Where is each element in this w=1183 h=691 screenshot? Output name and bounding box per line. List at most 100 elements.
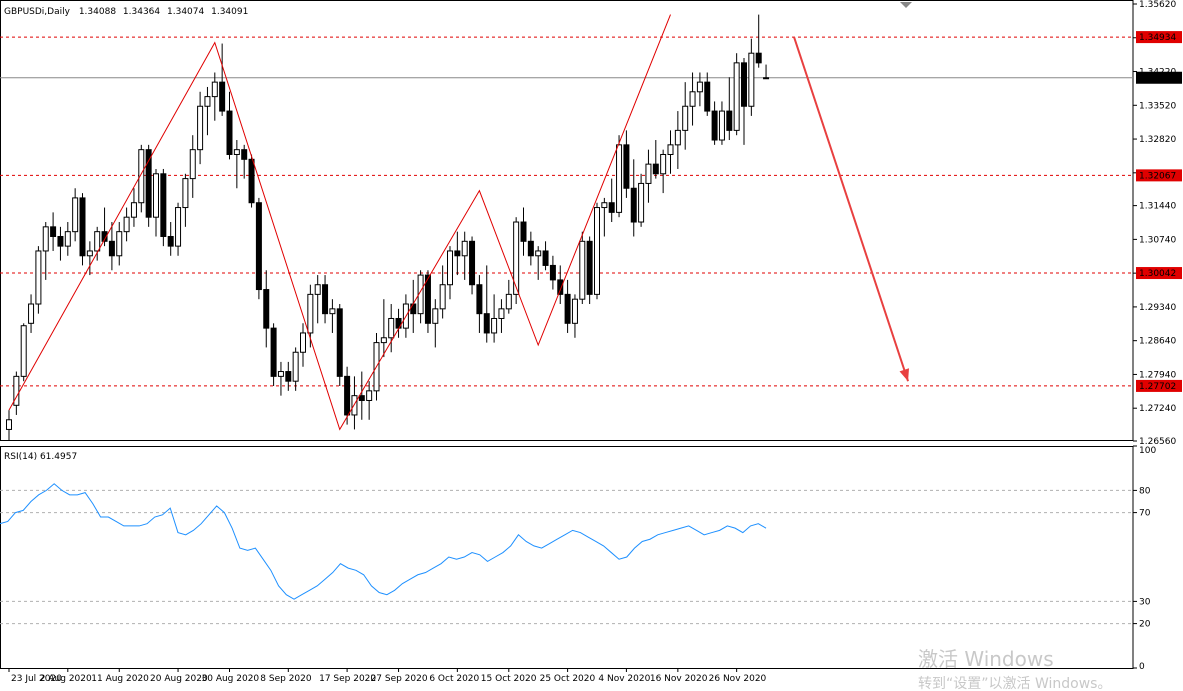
candle-body bbox=[351, 395, 358, 416]
candle-body bbox=[20, 325, 27, 377]
candle-body bbox=[219, 81, 226, 112]
candle-body bbox=[57, 235, 64, 247]
high-value: 1.34364 bbox=[123, 7, 160, 17]
candle-body bbox=[571, 298, 578, 324]
candle-body bbox=[483, 313, 490, 334]
price-tick-label: 1.31440 bbox=[1139, 202, 1176, 212]
candle-body bbox=[439, 284, 446, 310]
candle-body bbox=[263, 289, 270, 329]
rsi-tick-label: 100 bbox=[1139, 446, 1156, 456]
candle-body bbox=[79, 197, 86, 257]
price-tick-label: 1.30740 bbox=[1139, 235, 1176, 245]
background bbox=[0, 0, 1183, 691]
candle-body bbox=[94, 231, 101, 252]
level-price-label: 1.27702 bbox=[1139, 382, 1176, 392]
candle-body bbox=[638, 182, 645, 223]
candle-body bbox=[608, 202, 615, 213]
candle-body bbox=[167, 235, 174, 247]
candle-body bbox=[233, 149, 240, 155]
candle-body bbox=[704, 81, 711, 112]
candle-body bbox=[72, 197, 79, 233]
candle-body bbox=[175, 207, 182, 247]
candle-body bbox=[461, 240, 468, 257]
close-value: 1.34091 bbox=[211, 7, 248, 17]
candle-body bbox=[520, 221, 527, 242]
date-tick-label: 26 Nov 2020 bbox=[709, 674, 767, 684]
candle-body bbox=[410, 303, 417, 315]
chart-header: GBPUSDi,Daily 1.34088 1.34364 1.34074 1.… bbox=[4, 7, 248, 17]
candle-body bbox=[557, 279, 564, 295]
candle-body bbox=[344, 375, 351, 416]
candle-body bbox=[28, 303, 35, 324]
candle-body bbox=[307, 293, 314, 334]
candle-body bbox=[491, 317, 498, 334]
candle-body bbox=[248, 158, 255, 204]
candle-body bbox=[314, 284, 321, 295]
candle-body bbox=[652, 163, 659, 175]
candle-body bbox=[153, 173, 159, 218]
date-tick-label: 2 Aug 2020 bbox=[40, 674, 92, 684]
candle-body bbox=[241, 149, 248, 160]
candle-body bbox=[469, 240, 476, 286]
price-tick-label: 1.28640 bbox=[1139, 337, 1176, 347]
candle-body bbox=[623, 144, 630, 189]
candle-body bbox=[586, 240, 593, 295]
open-value: 1.34088 bbox=[79, 7, 116, 17]
candle-body bbox=[733, 62, 740, 131]
candle-body bbox=[549, 264, 556, 281]
candle-body bbox=[50, 226, 57, 237]
candle-body bbox=[535, 250, 542, 257]
price-tick-label: 1.27940 bbox=[1139, 370, 1176, 380]
candle-body bbox=[197, 105, 204, 151]
level-price-label: 1.30042 bbox=[1139, 269, 1176, 279]
rsi-tick-label: 80 bbox=[1139, 486, 1151, 496]
candle-body bbox=[505, 293, 512, 310]
date-tick-label: 4 Nov 2020 bbox=[598, 674, 650, 684]
date-tick-label: 30 Aug 2020 bbox=[202, 674, 260, 684]
candle-body bbox=[322, 284, 329, 315]
candle-body bbox=[674, 129, 681, 146]
candle-body bbox=[432, 308, 439, 324]
rsi-tick-label: 0 bbox=[1139, 662, 1145, 672]
candle-body bbox=[329, 308, 336, 315]
candle-body bbox=[498, 308, 505, 319]
rsi-label: RSI(14) 61.4957 bbox=[4, 452, 77, 462]
date-tick-label: 15 Oct 2020 bbox=[481, 674, 537, 684]
date-tick-label: 20 Aug 2020 bbox=[150, 674, 208, 684]
candle-body bbox=[755, 52, 762, 64]
chart-canvas: 1.356201.349201.342201.335201.328201.321… bbox=[0, 0, 1183, 691]
candle-body bbox=[358, 395, 365, 401]
candle-body bbox=[366, 390, 373, 401]
candle-body bbox=[277, 371, 284, 377]
candle-body bbox=[645, 163, 652, 184]
candle-body bbox=[454, 250, 461, 257]
candle-body bbox=[594, 207, 600, 295]
candle-body bbox=[123, 216, 130, 233]
candle-body bbox=[388, 317, 395, 339]
candle-body bbox=[130, 202, 137, 218]
date-tick-label: 6 Oct 2020 bbox=[429, 674, 479, 684]
date-tick-label: 11 Aug 2020 bbox=[91, 674, 149, 684]
date-tick-label: 17 Sep 2020 bbox=[319, 674, 376, 684]
candle-body bbox=[630, 187, 637, 223]
low-value: 1.34074 bbox=[167, 7, 204, 17]
candle-body bbox=[447, 250, 453, 286]
date-tick-label: 25 Oct 2020 bbox=[540, 674, 596, 684]
candle-body bbox=[116, 231, 123, 257]
candle-body bbox=[64, 231, 71, 247]
candle-body bbox=[292, 351, 299, 382]
level-price-label: 1.32067 bbox=[1139, 171, 1176, 181]
candle-body bbox=[182, 178, 189, 209]
price-tick-label: 1.27240 bbox=[1139, 404, 1176, 414]
candle-body bbox=[255, 202, 262, 291]
candle-body bbox=[718, 110, 725, 141]
candle-body bbox=[285, 371, 292, 382]
candle-body bbox=[226, 110, 233, 155]
candle-body bbox=[564, 293, 571, 324]
candle-body bbox=[300, 332, 306, 353]
symbol-label: GBPUSDi,Daily bbox=[4, 7, 71, 17]
candle-body bbox=[86, 250, 93, 257]
rsi-tick-label: 70 bbox=[1139, 509, 1151, 519]
candle-body bbox=[476, 284, 483, 315]
date-tick-label: 27 Sep 2020 bbox=[371, 674, 428, 684]
